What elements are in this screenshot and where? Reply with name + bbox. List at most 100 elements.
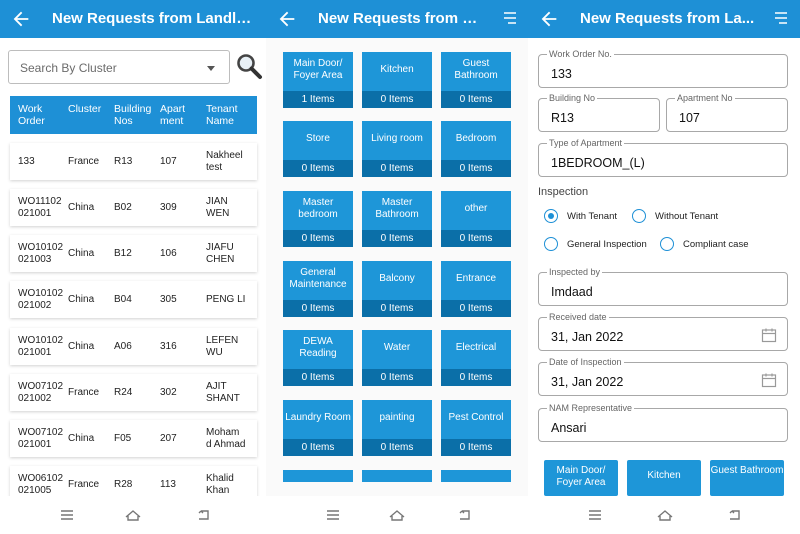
room-tile[interactable]: Master bedroom 0 Items	[283, 191, 353, 247]
recent-apps-icon[interactable]	[58, 506, 76, 524]
room-tile-label: Electrical	[455, 342, 497, 353]
nam-representative-field[interactable]: NAM Representative Ansari	[538, 402, 788, 442]
home-icon[interactable]	[124, 506, 142, 524]
header-text: Cluster	[68, 103, 102, 115]
cell-work-order: WO11102 021001	[18, 196, 72, 220]
cell-text: China	[68, 202, 95, 213]
room-tile-label: General Maintenance	[289, 267, 347, 290]
back-arrow-icon[interactable]	[276, 8, 298, 30]
room-tile[interactable]: Master Bathroom 0 Items	[362, 191, 432, 247]
field-value: 1BEDROOM_(L)	[551, 156, 645, 170]
system-nav-bar	[266, 496, 528, 534]
cell-apartment: 316	[160, 341, 200, 353]
kitchen-button[interactable]: Kitchen	[627, 460, 701, 496]
cell-text: B04	[114, 294, 132, 305]
menu-icon[interactable]	[503, 11, 517, 25]
recent-apps-icon[interactable]	[324, 506, 342, 524]
room-tile-partial[interactable]	[283, 470, 353, 482]
table-row[interactable]: 133 France R13 107 Nakheel test	[10, 143, 257, 180]
search-placeholder: Search By Cluster	[20, 61, 117, 75]
room-tile[interactable]: Water 0 Items	[362, 330, 432, 386]
cell-cluster: China	[68, 202, 112, 214]
menu-icon[interactable]	[774, 11, 788, 25]
cell-text: 305	[160, 294, 177, 305]
cell-building: F05	[114, 433, 156, 445]
field-value: Imdaad	[551, 285, 593, 299]
cell-building: R13	[114, 156, 156, 168]
cell-apartment: 309	[160, 202, 200, 214]
room-tile[interactable]: other 0 Items	[441, 191, 511, 247]
room-tile[interactable]: Electrical 0 Items	[441, 330, 511, 386]
room-tile-count: 0 Items	[362, 439, 432, 456]
system-back-icon[interactable]	[456, 506, 474, 524]
cell-text: 302	[160, 387, 177, 398]
back-arrow-icon[interactable]	[10, 8, 32, 30]
cell-text: d Ahmad	[206, 439, 246, 450]
received-date-field[interactable]: Received date 31, Jan 2022	[538, 311, 788, 351]
room-tile-partial[interactable]	[362, 470, 432, 482]
table-row[interactable]: WO11102 021001 China B02 309 JIAN WEN	[10, 189, 257, 226]
calendar-icon[interactable]	[761, 372, 777, 388]
room-tile[interactable]: Pest Control 0 Items	[441, 400, 511, 456]
guest-bathroom-button[interactable]: Guest Bathroom	[710, 460, 784, 496]
inspection-date-field[interactable]: Date of Inspection 31, Jan 2022	[538, 356, 788, 396]
room-tile[interactable]: Bedroom 0 Items	[441, 121, 511, 177]
room-tile-label: Living room	[371, 133, 423, 144]
inspection-radio[interactable]	[660, 237, 674, 251]
apartment-type-field[interactable]: Type of Apartment 1BEDROOM_(L)	[538, 137, 788, 177]
room-tile[interactable]: General Maintenance 0 Items	[283, 261, 353, 317]
cell-cluster: China	[68, 248, 112, 260]
cell-text: France	[68, 479, 100, 490]
home-icon[interactable]	[656, 506, 674, 524]
table-row[interactable]: WO07102 021001 China F05 207 Moham d Ahmad	[10, 420, 257, 457]
field-label: Date of Inspection	[547, 356, 624, 368]
cell-tenant: PENG LI	[206, 294, 258, 306]
cluster-search-dropdown[interactable]: Search By Cluster	[8, 50, 230, 84]
room-tile[interactable]: Living room 0 Items	[362, 121, 432, 177]
inspection-radio[interactable]	[544, 237, 558, 251]
inspection-radio[interactable]	[544, 209, 558, 223]
field-value: Ansari	[551, 421, 587, 435]
table-row[interactable]: WO10102 021003 China B12 106 JIAFU CHEN	[10, 235, 257, 272]
room-tile[interactable]: Store 0 Items	[283, 121, 353, 177]
building-no-field[interactable]: Building No R13	[538, 92, 660, 132]
room-tile[interactable]: Entrance 0 Items	[441, 261, 511, 317]
work-order-field[interactable]: Work Order No. 133	[538, 48, 788, 88]
inspected-by-field[interactable]: Inspected by Imdaad	[538, 266, 788, 306]
main-door-button[interactable]: Main Door/ Foyer Area	[544, 460, 618, 496]
field-label: Inspected by	[547, 266, 603, 278]
cell-text: WU	[206, 347, 223, 358]
room-tile[interactable]: DEWA Reading 0 Items	[283, 330, 353, 386]
room-tile[interactable]: Guest Bathroom 0 Items	[441, 52, 511, 108]
table-row[interactable]: WO07102 021002 France R24 302 AJIT SHANT	[10, 374, 257, 411]
calendar-icon[interactable]	[761, 327, 777, 343]
room-tile[interactable]: Balcony 0 Items	[362, 261, 432, 317]
cell-building: R24	[114, 387, 156, 399]
cell-building: R28	[114, 479, 156, 491]
room-tile[interactable]: Kitchen 0 Items	[362, 52, 432, 108]
room-tile-label: Master bedroom	[298, 197, 338, 220]
cell-cluster: France	[68, 387, 112, 399]
table-row[interactable]: WO10102 021002 China B04 305 PENG LI	[10, 281, 257, 318]
cell-text: WO10102	[18, 288, 64, 299]
inspection-radio[interactable]	[632, 209, 646, 223]
header-text: Work	[18, 103, 43, 115]
home-icon[interactable]	[388, 506, 406, 524]
cell-cluster: China	[68, 433, 112, 445]
cell-text: F05	[114, 433, 132, 444]
system-back-icon[interactable]	[726, 506, 744, 524]
cell-apartment: 106	[160, 248, 200, 260]
system-back-icon[interactable]	[195, 506, 213, 524]
apartment-no-field[interactable]: Apartment No 107	[666, 92, 788, 132]
table-row[interactable]: WO10102 021001 China A06 316 LEFEN WU	[10, 328, 257, 365]
search-icon[interactable]	[235, 52, 263, 80]
cell-text: B02	[114, 202, 132, 213]
room-tile[interactable]: Main Door/ Foyer Area 1 Items	[283, 52, 353, 108]
room-tile[interactable]: Laundry Room 0 Items	[283, 400, 353, 456]
room-tile[interactable]: painting 0 Items	[362, 400, 432, 456]
room-tile-partial[interactable]	[441, 470, 511, 482]
field-label: Type of Apartment	[547, 137, 625, 149]
back-arrow-icon[interactable]	[538, 8, 560, 30]
recent-apps-icon[interactable]	[586, 506, 604, 524]
cell-text: R24	[114, 387, 133, 398]
